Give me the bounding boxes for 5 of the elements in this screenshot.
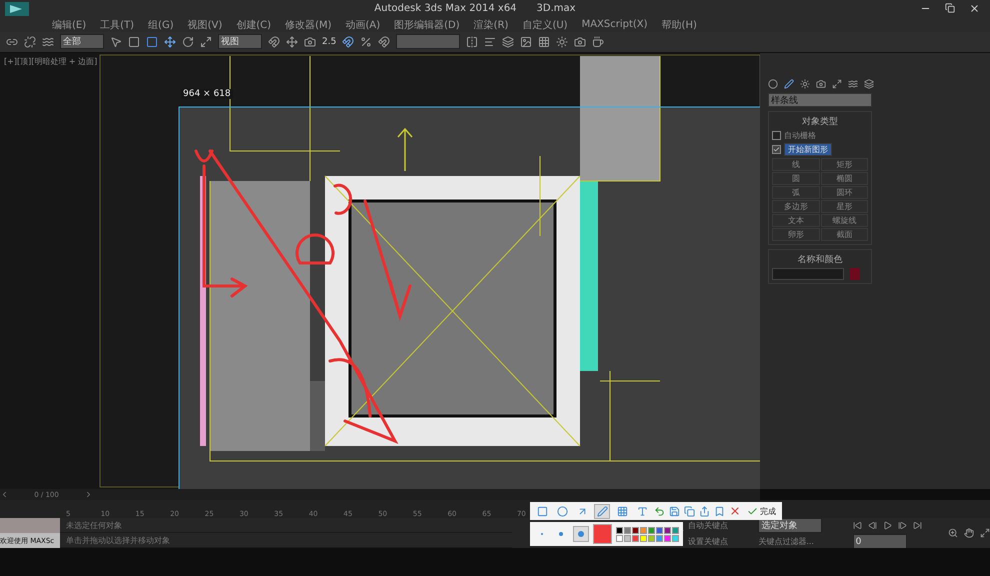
selection-status: 未选定任何对象 xyxy=(60,518,512,534)
window-title: Autodesk 3ds Max 2014 x64 xyxy=(374,3,517,14)
checkbox-label: 自动栅格 xyxy=(784,130,816,141)
file-name: 3D.max xyxy=(536,3,576,14)
capture-size-label: 964 × 618 xyxy=(181,88,233,99)
